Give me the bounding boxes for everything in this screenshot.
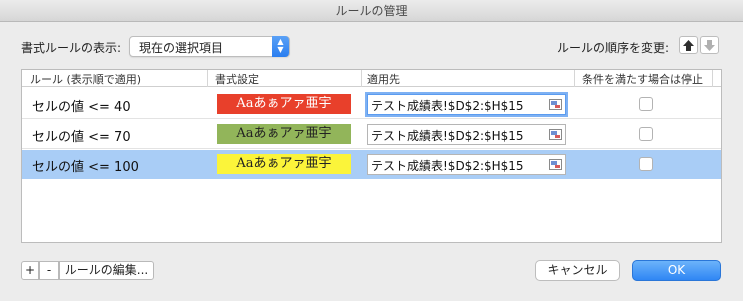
applies-to-value: テスト成績表!$D$2:$H$15 — [371, 129, 524, 143]
column-header-applies-to[interactable]: 適用先 — [367, 71, 400, 87]
move-down-button[interactable] — [700, 36, 719, 54]
applies-to-value: テスト成績表!$D$2:$H$15 — [371, 99, 524, 113]
stop-if-true-checkbox[interactable] — [639, 127, 653, 141]
add-rule-button[interactable]: + — [21, 261, 39, 280]
range-select-icon[interactable] — [549, 159, 562, 170]
arrow-down-icon — [704, 39, 715, 51]
cancel-button[interactable]: キャンセル — [535, 260, 620, 281]
rule-order-label: ルールの順序を変更: — [557, 41, 670, 55]
stop-if-true-checkbox[interactable] — [639, 157, 653, 171]
rules-table: ルール (表示順で適用) 書式設定 適用先 条件を満たす場合は停止 セルの値 <… — [21, 69, 722, 243]
edit-rule-button[interactable]: ルールの編集... — [59, 261, 154, 280]
format-preview: Aaあぁアァ亜宇 — [217, 94, 351, 114]
display-rules-popup[interactable]: 現在の選択項目 ▲ ▼ — [129, 36, 290, 57]
display-rules-value: 現在の選択項目 — [139, 41, 224, 55]
up-down-chevron-icon: ▲ ▼ — [272, 36, 289, 57]
column-divider — [207, 70, 208, 87]
rule-condition: セルの値 <= 40 — [32, 100, 131, 115]
column-header-rule[interactable]: ルール (表示順で適用) — [30, 71, 141, 87]
table-row[interactable]: セルの値 <= 40 Aaあぁアァ亜宇 テスト成績表!$D$2:$H$15 — [22, 90, 721, 119]
range-select-icon[interactable] — [549, 129, 562, 140]
column-header-format[interactable]: 書式設定 — [215, 71, 259, 87]
rule-condition: セルの値 <= 70 — [32, 130, 131, 145]
column-divider — [712, 70, 713, 87]
stop-if-true-checkbox[interactable] — [639, 97, 653, 111]
table-header: ルール (表示順で適用) 書式設定 適用先 条件を満たす場合は停止 — [22, 70, 721, 87]
arrow-up-icon — [683, 39, 694, 51]
move-up-button[interactable] — [679, 36, 698, 54]
rule-condition: セルの値 <= 100 — [32, 160, 139, 175]
column-divider — [361, 70, 362, 87]
remove-rule-button[interactable]: - — [39, 261, 59, 280]
format-preview: Aaあぁアァ亜宇 — [217, 154, 351, 174]
table-row[interactable]: セルの値 <= 70 Aaあぁアァ亜宇 テスト成績表!$D$2:$H$15 — [22, 120, 721, 149]
column-divider — [574, 70, 575, 87]
manage-rules-window: ルールの管理 書式ルールの表示: 現在の選択項目 ▲ ▼ ルールの順序を変更: ル… — [0, 0, 743, 301]
window-title: ルールの管理 — [0, 0, 743, 22]
display-rules-label: 書式ルールの表示: — [21, 41, 122, 55]
range-select-icon[interactable] — [549, 99, 562, 110]
applies-to-field[interactable]: テスト成績表!$D$2:$H$15 — [367, 124, 566, 145]
ok-button[interactable]: OK — [632, 260, 721, 281]
applies-to-field[interactable]: テスト成績表!$D$2:$H$15 — [367, 154, 566, 175]
table-row-selected[interactable]: セルの値 <= 100 Aaあぁアァ亜宇 テスト成績表!$D$2:$H$15 — [22, 150, 721, 179]
column-header-stop-if-true[interactable]: 条件を満たす場合は停止 — [582, 71, 703, 87]
applies-to-value: テスト成績表!$D$2:$H$15 — [371, 159, 524, 173]
format-preview: Aaあぁアァ亜宇 — [217, 124, 351, 144]
applies-to-field[interactable]: テスト成績表!$D$2:$H$15 — [367, 94, 566, 115]
